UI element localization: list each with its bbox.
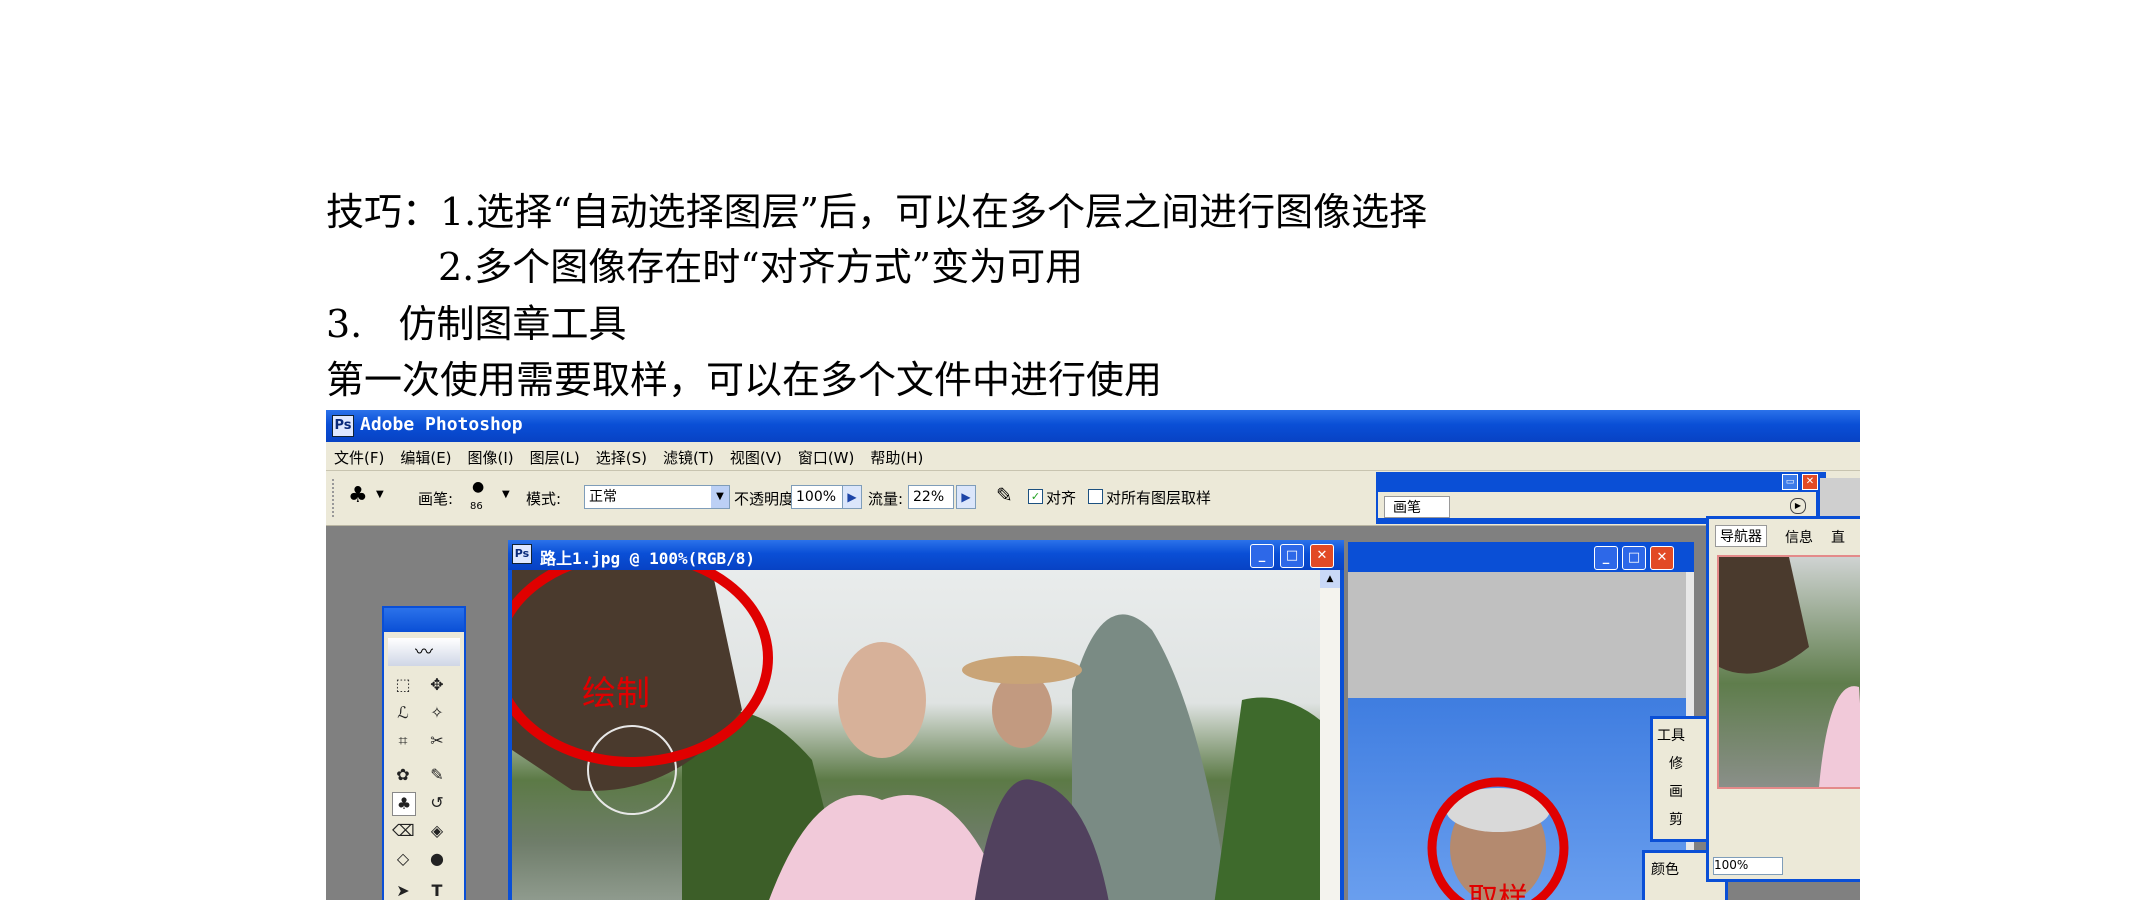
photo-scene — [512, 570, 1320, 900]
tool-panel-item-crop[interactable]: 剪 — [1669, 809, 1683, 829]
draw-annotation-label: 绘制 — [582, 674, 650, 714]
photo-canvas[interactable]: 绘制 — [512, 570, 1320, 900]
navigator-zoom[interactable]: 100% — [1713, 857, 1783, 875]
image-close-button[interactable]: ✕ — [1310, 544, 1334, 568]
flow-label: 流量: — [868, 490, 904, 508]
menu-image[interactable]: 图像(I) — [460, 442, 522, 468]
brush-label: 画笔: — [418, 490, 454, 508]
aligned-label: 对齐 — [1046, 489, 1077, 507]
palette-extra-strip — [1820, 478, 1860, 518]
palette-menu-icon[interactable]: ▶ — [1790, 498, 1806, 514]
menu-edit[interactable]: 编辑(E) — [392, 442, 459, 468]
navigator-thumb-scene — [1719, 557, 1860, 787]
second-canvas-gray — [1348, 572, 1694, 698]
flow-input[interactable]: 22% — [908, 485, 954, 509]
navigator-thumbnail[interactable] — [1717, 555, 1860, 789]
move-tool-icon[interactable]: ✥ — [426, 674, 448, 696]
menu-view[interactable]: 视图(V) — [722, 442, 790, 468]
brush-palette-body: 画笔 ▶ — [1378, 492, 1816, 518]
clone-stamp-tool-icon[interactable]: ♣ — [348, 483, 368, 508]
path-select-tool-icon[interactable]: ➤ — [392, 880, 414, 900]
type-tool-icon[interactable]: T — [426, 880, 448, 900]
eraser-tool-icon[interactable]: ⌫ — [392, 820, 415, 842]
opacity-label: 不透明度: — [734, 490, 800, 508]
mode-value: 正常 — [589, 489, 617, 505]
palette-close-button[interactable]: ✕ — [1802, 474, 1818, 490]
magic-wand-tool-icon[interactable]: ✧ — [426, 702, 448, 724]
second-minimize-button[interactable]: _ — [1594, 546, 1618, 570]
flow-slider-button[interactable]: ▶ — [956, 485, 976, 509]
grip-handle[interactable] — [332, 479, 338, 517]
document-icon: Ps — [512, 544, 532, 564]
toolbox-header — [384, 608, 464, 632]
opacity-input[interactable]: 100% — [791, 485, 843, 509]
menu-select[interactable]: 选择(S) — [588, 442, 655, 468]
tool-panel-item-heal[interactable]: 修 — [1669, 753, 1683, 773]
woman-face — [838, 642, 926, 758]
image-vertical-scrollbar[interactable]: ▲ — [1320, 570, 1340, 900]
menu-help[interactable]: 帮助(H) — [862, 442, 931, 468]
history-brush-tool-icon[interactable]: ↺ — [426, 792, 448, 814]
second-image-window: _ □ ✕ 取样 — [1348, 542, 1694, 900]
menu-file[interactable]: 文件(F) — [326, 442, 392, 468]
marquee-tool-icon[interactable]: ⬚ — [392, 674, 414, 696]
mode-dropdown-icon[interactable]: ▼ — [711, 486, 729, 508]
image-minimize-button[interactable]: _ — [1250, 544, 1274, 568]
dodge-tool-icon[interactable]: ● — [426, 848, 448, 870]
scroll-up-icon[interactable]: ▲ — [1320, 570, 1340, 588]
brush-preview-icon[interactable]: ● — [472, 479, 484, 495]
menu-bar: 文件(F) 编辑(E) 图像(I) 图层(L) 选择(S) 滤镜(T) 视图(V) 窗口(W)… — [326, 442, 1860, 471]
opacity-slider-button[interactable]: ▶ — [842, 485, 862, 509]
app-titlebar: Ps Adobe Photoshop — [326, 410, 1860, 442]
brush-chevron-icon[interactable]: ▼ — [502, 489, 510, 500]
palette-minimize-button[interactable]: ▭ — [1782, 474, 1798, 490]
mode-label: 模式: — [526, 490, 562, 508]
tool-panel-item-paint[interactable]: 画 — [1669, 781, 1683, 801]
all-layers-label: 对所有图层取样 — [1106, 489, 1212, 507]
menu-filter[interactable]: 滤镜(T) — [655, 442, 722, 468]
crop-tool-icon[interactable]: ⌗ — [392, 730, 414, 752]
doc-line-heading: 3. 仿制图章工具 — [326, 302, 627, 346]
second-close-button[interactable]: ✕ — [1650, 546, 1674, 570]
mode-select[interactable]: 正常 ▼ — [584, 485, 730, 509]
navigator-tab[interactable]: 导航器 — [1715, 525, 1767, 547]
toolbox: 〰 ⬚ ✥ ℒ ✧ ⌗ ✂ ✿ ✎ ♣ ↺ ⌫ ◈ ◇ ● ➤ T — [382, 606, 466, 900]
menu-window[interactable]: 窗口(W) — [790, 442, 863, 468]
histogram-tab[interactable]: 直 — [1831, 527, 1845, 547]
clone-stamp-tool-button-icon[interactable]: ♣ — [392, 792, 416, 816]
lasso-tool-icon[interactable]: ℒ — [392, 702, 414, 724]
image-window: Ps 路上1.jpg @ 100%(RGB/8) _ □ ✕ 绘制 ▲ — [508, 540, 1344, 900]
healing-tool-icon[interactable]: ✿ — [392, 764, 414, 786]
blur-tool-icon[interactable]: ◇ — [392, 848, 414, 870]
image-window-titlebar: Ps 路上1.jpg @ 100%(RGB/8) _ □ ✕ — [508, 540, 1344, 570]
app-title: Adobe Photoshop — [360, 414, 523, 435]
sample-annotation-label: 取样 — [1468, 882, 1528, 900]
tool-preset-chevron-icon[interactable]: ▼ — [376, 489, 384, 500]
all-layers-checkbox[interactable] — [1088, 489, 1103, 504]
second-maximize-button[interactable]: □ — [1622, 546, 1646, 570]
brush-tool-icon[interactable]: ✎ — [426, 764, 448, 786]
airbrush-icon[interactable]: ✎ — [996, 483, 1013, 507]
image-window-title: 路上1.jpg @ 100%(RGB/8) — [540, 549, 756, 568]
navigator-panel: 导航器 信息 直 100% — [1706, 516, 1860, 882]
photoshop-screenshot: Ps Adobe Photoshop 文件(F) 编辑(E) 图像(I) 图层(L) 选… — [326, 410, 1860, 900]
slice-tool-icon[interactable]: ✂ — [426, 730, 448, 752]
trees-right — [1214, 697, 1320, 900]
image-maximize-button[interactable]: □ — [1280, 544, 1304, 568]
doc-line-first-use: 第一次使用需要取样，可以在多个文件中进行使用 — [326, 358, 1163, 402]
info-tab[interactable]: 信息 — [1785, 527, 1813, 547]
doc-line-tip: 技巧：1.选择“自动选择图层”后，可以在多个层之间进行图像选择 — [326, 190, 1428, 234]
straw-hat — [962, 656, 1082, 684]
brush-size: 86 — [470, 501, 483, 512]
bucket-tool-icon[interactable]: ◈ — [426, 820, 448, 842]
photoshop-feather-icon: 〰 — [388, 638, 460, 666]
brush-tab[interactable]: 画笔 — [1384, 496, 1450, 518]
color-panel-tab[interactable]: 颜色 — [1651, 859, 1679, 879]
menu-layer[interactable]: 图层(L) — [522, 442, 588, 468]
tool-panel-title: 工具 — [1657, 728, 1685, 744]
aligned-checkbox[interactable]: ✓ — [1028, 489, 1043, 504]
doc-line-align: 2.多个图像存在时“对齐方式”变为可用 — [438, 245, 1084, 289]
photoshop-icon: Ps — [332, 415, 354, 437]
